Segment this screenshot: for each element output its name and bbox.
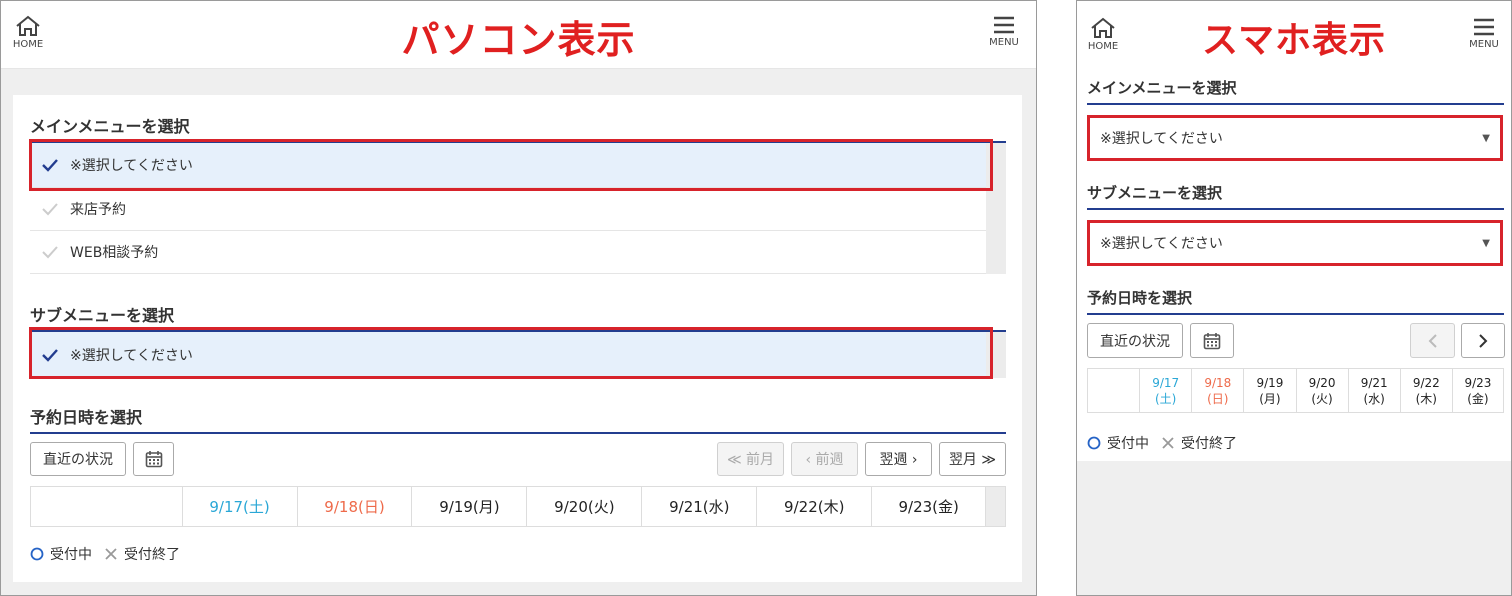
legend-open-label: 受付中 [1107,436,1149,452]
sp-sub-menu-heading: サブメニューを選択 [1087,184,1223,202]
pc-calendar-button[interactable] [133,442,174,476]
date-header: 9/23(金) [1464,375,1492,406]
sp-main-highlight-box [1087,115,1503,161]
pc-date-table-scrollbar[interactable] [986,487,1005,526]
pc-sub-menu-heading: サブメニューを選択 [30,306,175,325]
date-header-sun: 9/18(日) [298,487,413,526]
sp-date-table: 9/17 (土) 9/18 (日) 9/19 (月) 9/20 (火) 9/21 (水) … [1087,368,1504,413]
home-icon [1091,17,1115,38]
pc-prev-month-button[interactable]: ≪ 前月 [717,442,784,476]
sp-calendar-button[interactable] [1190,323,1234,358]
home-icon [16,15,40,36]
menu-label: MENU [989,37,1019,48]
chevron-left-icon [1428,333,1437,348]
sp-recent-status-button[interactable]: 直近の状況 [1087,323,1183,358]
legend-closed-label: 受付終了 [124,547,180,563]
pc-date-table: 9/17(土) 9/18(日) 9/19(月) 9/20(火) 9/21(水) … [30,486,1006,527]
date-header: 9/20(火) [527,487,643,526]
sp-date-table-corner [1088,369,1141,412]
pc-header: HOME パソコン表示 MENU [1,1,1036,69]
sp-home-link[interactable]: HOME [1084,17,1122,52]
pc-home-link[interactable]: HOME [9,15,47,50]
hamburger-icon [1474,18,1494,36]
home-label: HOME [12,39,44,50]
sp-sub-highlight-box [1087,220,1503,266]
sp-menu-button[interactable]: MENU [1465,17,1503,50]
cross-icon [1162,437,1174,449]
option-label: WEB相談予約 [70,245,159,261]
date-header: 9/22(木) [757,487,873,526]
sp-title: スマホ表示 [1202,20,1386,61]
date-header: 9/20(火) [1297,369,1349,412]
sp-date-rule [1087,313,1504,315]
pc-prev-week-button[interactable]: ‹ 前週 [791,442,858,476]
calendar-icon [1203,332,1221,349]
date-header: 9/21(水) [642,487,758,526]
pc-date-heading: 予約日時を選択 [30,408,143,427]
calendar-icon [145,451,162,468]
legend-closed-label: 受付終了 [1181,436,1237,452]
date-header: 9/19(月) [1244,369,1297,412]
sp-legend: 受付中 受付終了 [1087,433,1237,453]
pc-main-option-web[interactable]: WEB相談予約 [30,231,986,274]
pc-recent-status-button[interactable]: 直近の状況 [30,442,126,476]
pc-view-frame: HOME パソコン表示 MENU メインメニューを選択 ※選択してください 来店… [0,0,1037,596]
pc-date-rule [30,432,1006,434]
circle-icon [1087,436,1101,450]
pc-menu-button[interactable]: MENU [985,15,1023,48]
date-header: 9/21(水) [1349,369,1401,412]
option-label: 来店予約 [70,202,126,218]
cross-icon [105,548,117,560]
check-icon [30,245,70,259]
date-header-sat: 9/17(土) [1140,369,1193,412]
sp-view-frame: HOME スマホ表示 MENU メインメニューを選択 ※選択してください ▼ サ… [1076,0,1512,596]
pc-main-menu-heading: メインメニューを選択 [30,117,190,136]
date-header: 9/22(木) [1401,369,1453,412]
sp-prev-button[interactable] [1410,323,1455,358]
pc-next-month-button[interactable]: 翌月 ≫ [939,442,1006,476]
pc-main-option-store[interactable]: 来店予約 [30,188,986,231]
hamburger-icon [994,16,1014,34]
sp-main-menu-heading: メインメニューを選択 [1087,79,1237,97]
pc-main-highlight-box [29,139,993,191]
sp-next-button[interactable] [1461,323,1505,358]
date-header-sun: 9/18(日) [1192,369,1245,412]
legend-open-label: 受付中 [50,547,92,563]
sp-main-menu-rule [1087,103,1504,105]
pc-title: パソコン表示 [401,18,636,62]
date-header: 9/19(月) [412,487,528,526]
circle-icon [30,547,44,561]
menu-label: MENU [1469,39,1499,50]
home-label: HOME [1087,41,1119,52]
chevron-right-icon [1479,333,1488,348]
pc-date-table-corner [31,487,183,526]
pc-sub-highlight-box [29,327,993,379]
sp-sub-menu-rule [1087,208,1504,210]
check-icon [30,202,70,216]
date-header-sat: 9/17(土) [183,487,298,526]
pc-legend: 受付中 受付終了 [30,544,180,564]
sp-date-heading: 予約日時を選択 [1087,289,1193,307]
date-header: 9/23(金) [872,487,987,526]
pc-next-week-button[interactable]: 翌週 › [865,442,932,476]
